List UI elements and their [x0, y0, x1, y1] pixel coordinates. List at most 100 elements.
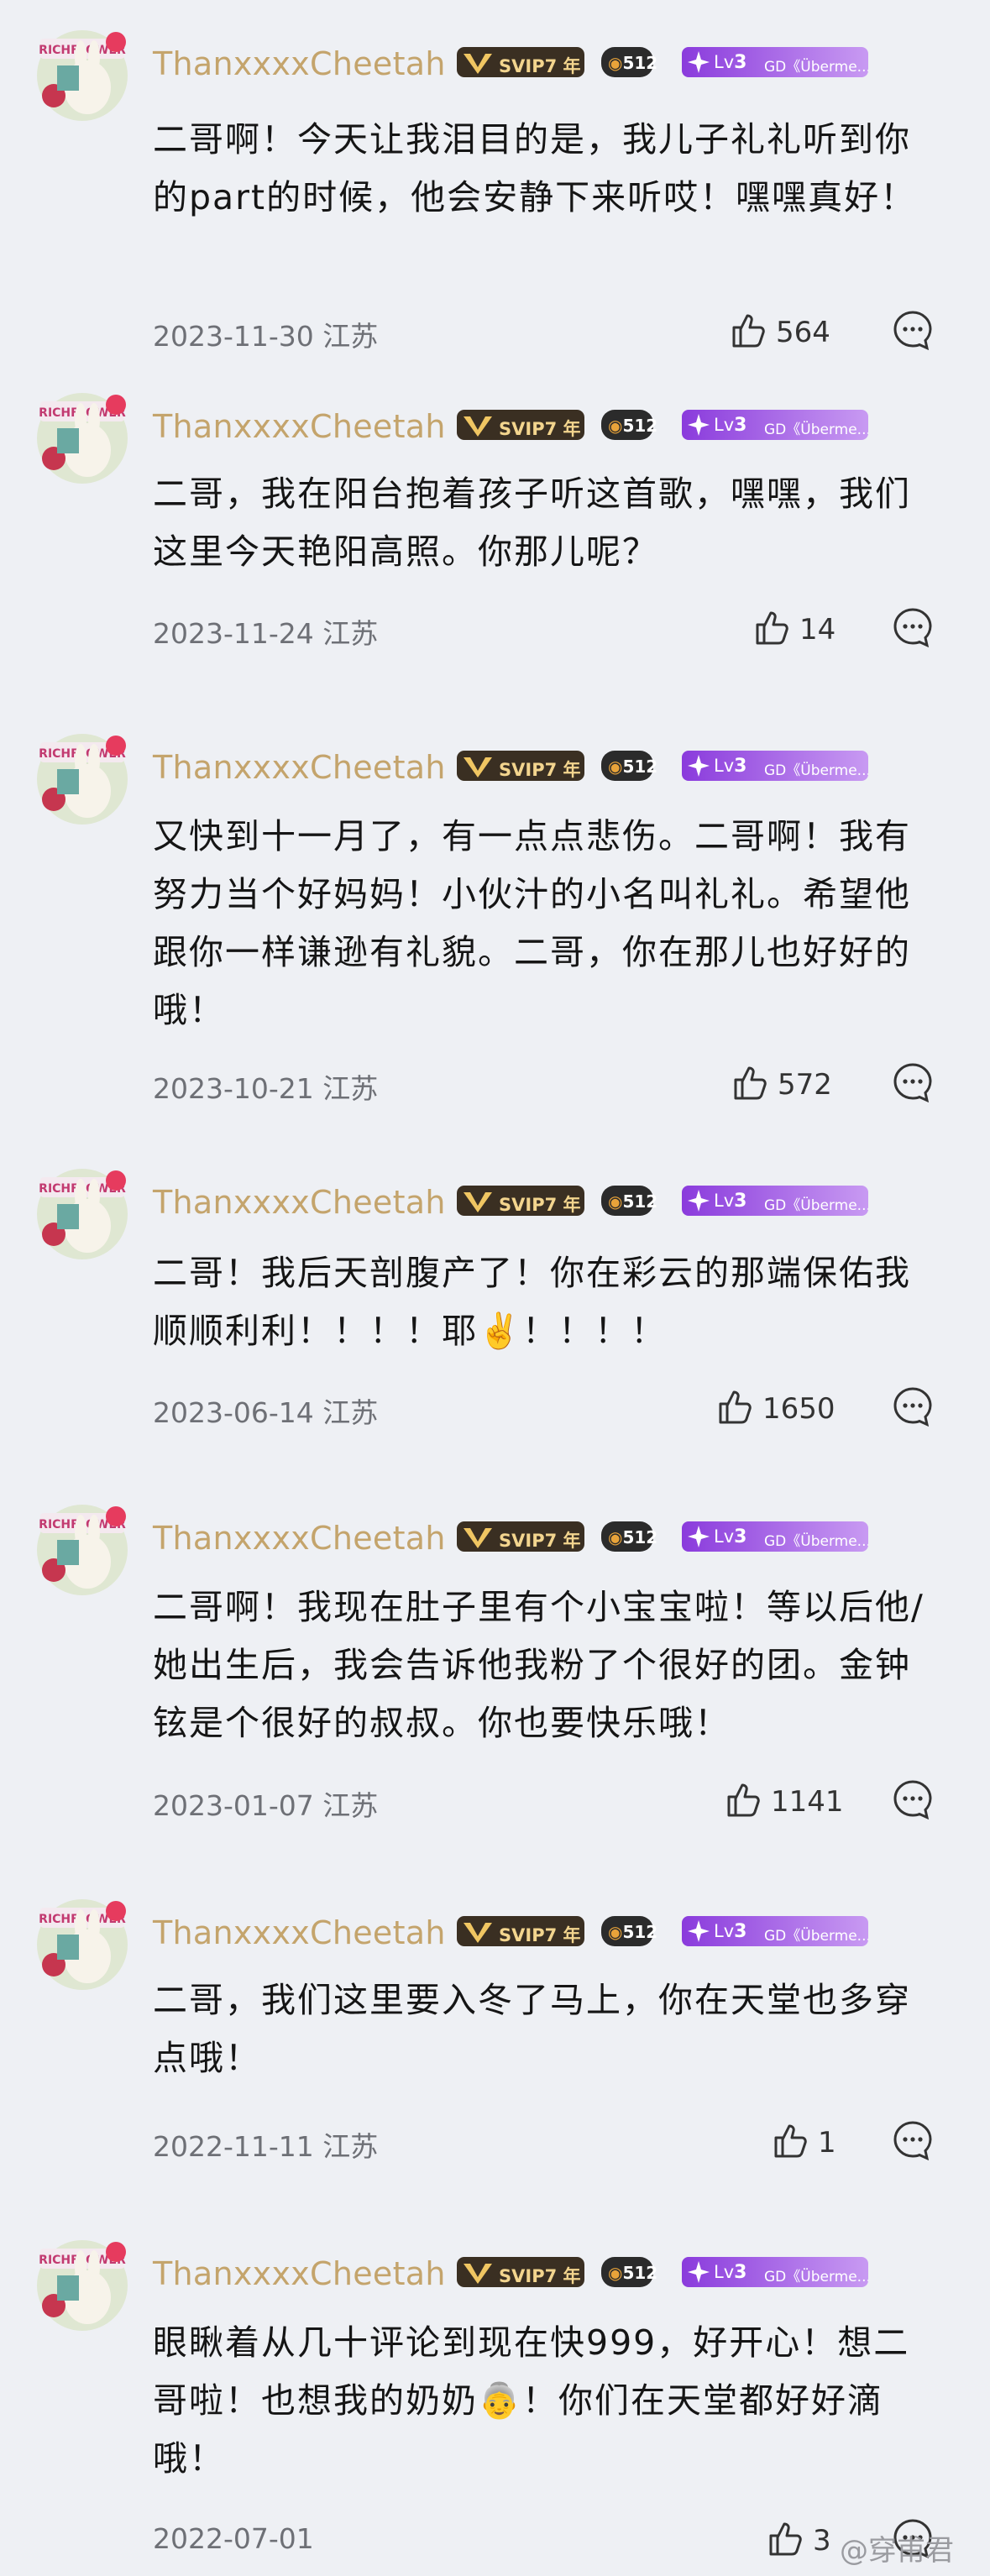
reply-button[interactable]: [892, 1061, 934, 1103]
reply-button[interactable]: [892, 309, 934, 351]
like-count: 1: [818, 2126, 836, 2160]
svip-label: SVIP7 年: [499, 760, 581, 780]
avatar[interactable]: RICHFLOWER: [34, 1498, 131, 1599]
avatar[interactable]: RICHFLOWER: [34, 386, 131, 487]
comment-meta: 2023-06-14 江苏: [153, 1396, 379, 1429]
fan-level: Lv3: [714, 1921, 747, 1942]
like-count: 572: [778, 1068, 832, 1102]
comment-bubble-icon: [893, 1387, 932, 1427]
fan-club-badge[interactable]: Lv3 GD《Überme...: [682, 1521, 868, 1552]
fan-level: Lv3: [714, 1526, 747, 1547]
level-512-badge[interactable]: ◉512: [601, 47, 657, 77]
svip-badge[interactable]: SVIP7 年: [457, 1521, 584, 1552]
comment-text: 二哥，我在阳台抱着孩子听这首歌，嘿嘿，我们这里今天艳阳高照。你那儿呢？: [153, 474, 911, 572]
os-label: ◉512: [608, 757, 658, 777]
level-512-badge[interactable]: ◉512: [601, 1916, 657, 1946]
fan-club-badge[interactable]: Lv3 GD《Überme...: [682, 751, 868, 781]
svip-badge[interactable]: SVIP7 年: [457, 751, 584, 781]
reply-button[interactable]: [892, 1385, 934, 1427]
comment-feed: RICHFLOWER ThanxxxxCheetah SVIP7 年 ◉512: [0, 0, 990, 2576]
comment-bubble-icon: [893, 1780, 932, 1820]
comment-bubble-icon: [893, 1063, 932, 1103]
diamond-icon: [464, 1923, 492, 1943]
username[interactable]: ThanxxxxCheetah: [153, 1520, 446, 1557]
fan-club-badge[interactable]: Lv3 GD《Überme...: [682, 410, 868, 440]
diamond-icon: [464, 54, 492, 74]
reply-button[interactable]: [892, 2119, 934, 2161]
sparkle-icon: [688, 1920, 710, 1942]
svip-badge[interactable]: SVIP7 年: [457, 1916, 584, 1946]
svip-label: SVIP7 年: [499, 56, 581, 76]
like-count: 14: [799, 613, 836, 647]
svip-badge[interactable]: SVIP7 年: [457, 410, 584, 440]
diamond-icon: [464, 1528, 492, 1548]
sparkle-icon: [688, 1526, 710, 1547]
like-count: 1141: [771, 1785, 844, 1819]
svip-label: SVIP7 年: [499, 1195, 581, 1215]
avatar[interactable]: RICHFLOWER: [34, 24, 131, 124]
os-label: ◉512: [608, 1922, 658, 1942]
level-512-badge[interactable]: ◉512: [601, 1521, 657, 1552]
level-512-badge[interactable]: ◉512: [601, 2257, 657, 2287]
comment-bubble-icon: [893, 608, 932, 648]
fan-club-name: GD《Überme...: [764, 2269, 868, 2285]
comment-text: 二哥啊！今天让我泪目的是，我儿子礼礼听到你的part的时候，他会安静下来听哎！嘿…: [153, 119, 917, 217]
level-512-badge[interactable]: ◉512: [601, 1186, 657, 1216]
diamond-icon: [464, 1192, 492, 1212]
comment-text: 又快到十一月了，有一点点悲伤。二哥啊！我有努力当个好妈妈！小伙汁的小名叫礼礼。希…: [153, 816, 911, 1030]
username[interactable]: ThanxxxxCheetah: [153, 749, 446, 786]
username[interactable]: ThanxxxxCheetah: [153, 1914, 446, 1951]
avatar[interactable]: RICHFLOWER: [34, 727, 131, 828]
fan-level: Lv3: [714, 2262, 747, 2283]
thumbs-up-icon: [734, 1066, 767, 1100]
os-label: ◉512: [608, 416, 658, 436]
svip-label: SVIP7 年: [499, 1925, 581, 1945]
fan-level: Lv3: [714, 52, 747, 73]
fan-club-badge[interactable]: Lv3 GD《Überme...: [682, 1916, 868, 1946]
diamond-icon: [464, 757, 492, 778]
sparkle-icon: [688, 1190, 710, 1212]
watermark: @穿甫君: [840, 2534, 954, 2568]
comment-meta: 2023-01-07 江苏: [153, 1789, 379, 1822]
comment-text: 二哥！我后天剖腹产了！你在彩云的那端保佑我顺顺利利！！！！耶✌️！！！！: [153, 1253, 911, 1351]
username[interactable]: ThanxxxxCheetah: [153, 2255, 446, 2292]
username[interactable]: ThanxxxxCheetah: [153, 45, 446, 82]
fan-club-badge[interactable]: Lv3 GD《Überme...: [682, 2257, 868, 2287]
reply-button[interactable]: [892, 1778, 934, 1820]
fan-club-badge[interactable]: Lv3 GD《Überme...: [682, 1186, 868, 1216]
avatar[interactable]: RICHFLOWER: [34, 1162, 131, 1263]
svip-badge[interactable]: SVIP7 年: [457, 1186, 584, 1216]
level-512-badge[interactable]: ◉512: [601, 410, 657, 440]
diamond-icon: [464, 416, 492, 437]
comment-meta: 2022-07-01: [153, 2522, 314, 2555]
os-label: ◉512: [608, 1527, 658, 1547]
svip-label: SVIP7 年: [499, 2266, 581, 2286]
like-count: 3: [813, 2524, 831, 2558]
username[interactable]: ThanxxxxCheetah: [153, 1184, 446, 1221]
svip-label: SVIP7 年: [499, 419, 581, 439]
fan-club-name: GD《Überme...: [764, 1928, 868, 1945]
svip-badge[interactable]: SVIP7 年: [457, 2257, 584, 2287]
avatar[interactable]: RICHFLOWER: [34, 1893, 131, 1993]
diamond-icon: [464, 2264, 492, 2284]
thumbs-up-icon: [727, 1783, 760, 1817]
username[interactable]: ThanxxxxCheetah: [153, 408, 446, 445]
comment-bubble-icon: [893, 2121, 932, 2161]
level-512-badge[interactable]: ◉512: [601, 751, 657, 781]
sparkle-icon: [688, 51, 710, 73]
thumbs-up-icon: [732, 314, 765, 348]
fan-club-badge[interactable]: Lv3 GD《Überme...: [682, 47, 868, 77]
comment-bubble-icon: [893, 311, 932, 351]
fan-club-name: GD《Überme...: [764, 1197, 868, 1214]
avatar[interactable]: RICHFLOWER: [34, 2233, 131, 2334]
like-count: 564: [776, 316, 830, 349]
fan-club-name: GD《Überme...: [764, 1533, 868, 1550]
thumbs-up-icon: [774, 2124, 807, 2158]
sparkle-icon: [688, 2261, 710, 2283]
comment-text: 二哥，我们这里要入冬了马上，你在天堂也多穿点哦！: [153, 1980, 911, 2078]
like-count: 1650: [762, 1392, 835, 1426]
comment-meta: 2023-10-21 江苏: [153, 1072, 379, 1105]
svip-badge[interactable]: SVIP7 年: [457, 47, 584, 77]
thumbs-up-icon: [719, 1390, 752, 1424]
reply-button[interactable]: [892, 606, 934, 648]
